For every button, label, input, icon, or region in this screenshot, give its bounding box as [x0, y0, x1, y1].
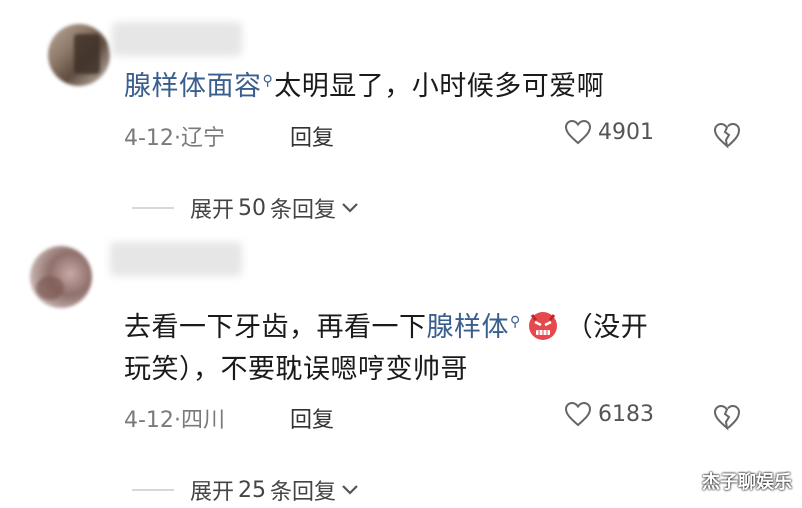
- watermark: 杰子聊娱乐: [702, 472, 792, 493]
- broken-heart-icon[interactable]: [712, 121, 742, 149]
- search-icon: ⚲: [262, 73, 274, 89]
- comment-date: 4-12: [124, 408, 174, 433]
- broken-heart-icon[interactable]: [712, 403, 742, 431]
- like-count: 6183: [598, 401, 654, 427]
- reply-count: 50: [238, 195, 267, 221]
- comment-body: 去看一下牙齿，再看一下腺样体⚲ （没开 玩笑），不要耽误嗯哼变帅哥: [124, 301, 764, 391]
- comment-location: 四川: [180, 408, 225, 433]
- like-count: 4901: [598, 119, 654, 145]
- comment-meta: 4-12·辽宁: [124, 126, 225, 151]
- reply-button[interactable]: 回复: [290, 402, 334, 434]
- comment-date: 4-12: [124, 126, 174, 151]
- comment-location: 辽宁: [180, 126, 225, 151]
- comment-body: 腺样体面容⚲太明显了，小时候多可爱啊: [124, 60, 604, 108]
- mention-link[interactable]: 腺样体面容⚲: [124, 71, 274, 102]
- divider: [132, 489, 174, 491]
- commenter-name-blurred[interactable]: [110, 242, 242, 276]
- reply-button[interactable]: 回复: [290, 120, 334, 152]
- heart-outline-icon: [564, 401, 592, 427]
- chevron-down-icon: [342, 485, 358, 495]
- search-icon: ⚲: [510, 314, 521, 330]
- comment-text: 去看一下牙齿，再看一下: [124, 312, 427, 343]
- like-button[interactable]: 6183: [564, 401, 654, 427]
- expand-replies-button[interactable]: 展开 25 条回复: [132, 474, 360, 506]
- reply-count: 25: [238, 477, 267, 503]
- divider: [132, 207, 174, 209]
- heart-outline-icon: [564, 119, 592, 145]
- like-button[interactable]: 4901: [564, 119, 654, 145]
- comment-meta: 4-12·四川: [124, 408, 225, 433]
- comment-text: 太明显了，小时候多可爱啊: [274, 71, 605, 102]
- commenter-avatar[interactable]: [48, 24, 110, 86]
- mention-link[interactable]: 腺样体⚲: [427, 312, 522, 343]
- commenter-avatar[interactable]: [30, 246, 92, 308]
- chevron-down-icon: [342, 203, 358, 213]
- expand-replies-button[interactable]: 展开 50 条回复: [132, 192, 360, 224]
- angry-face-emoji: [528, 312, 557, 340]
- commenter-name-blurred[interactable]: [112, 22, 242, 56]
